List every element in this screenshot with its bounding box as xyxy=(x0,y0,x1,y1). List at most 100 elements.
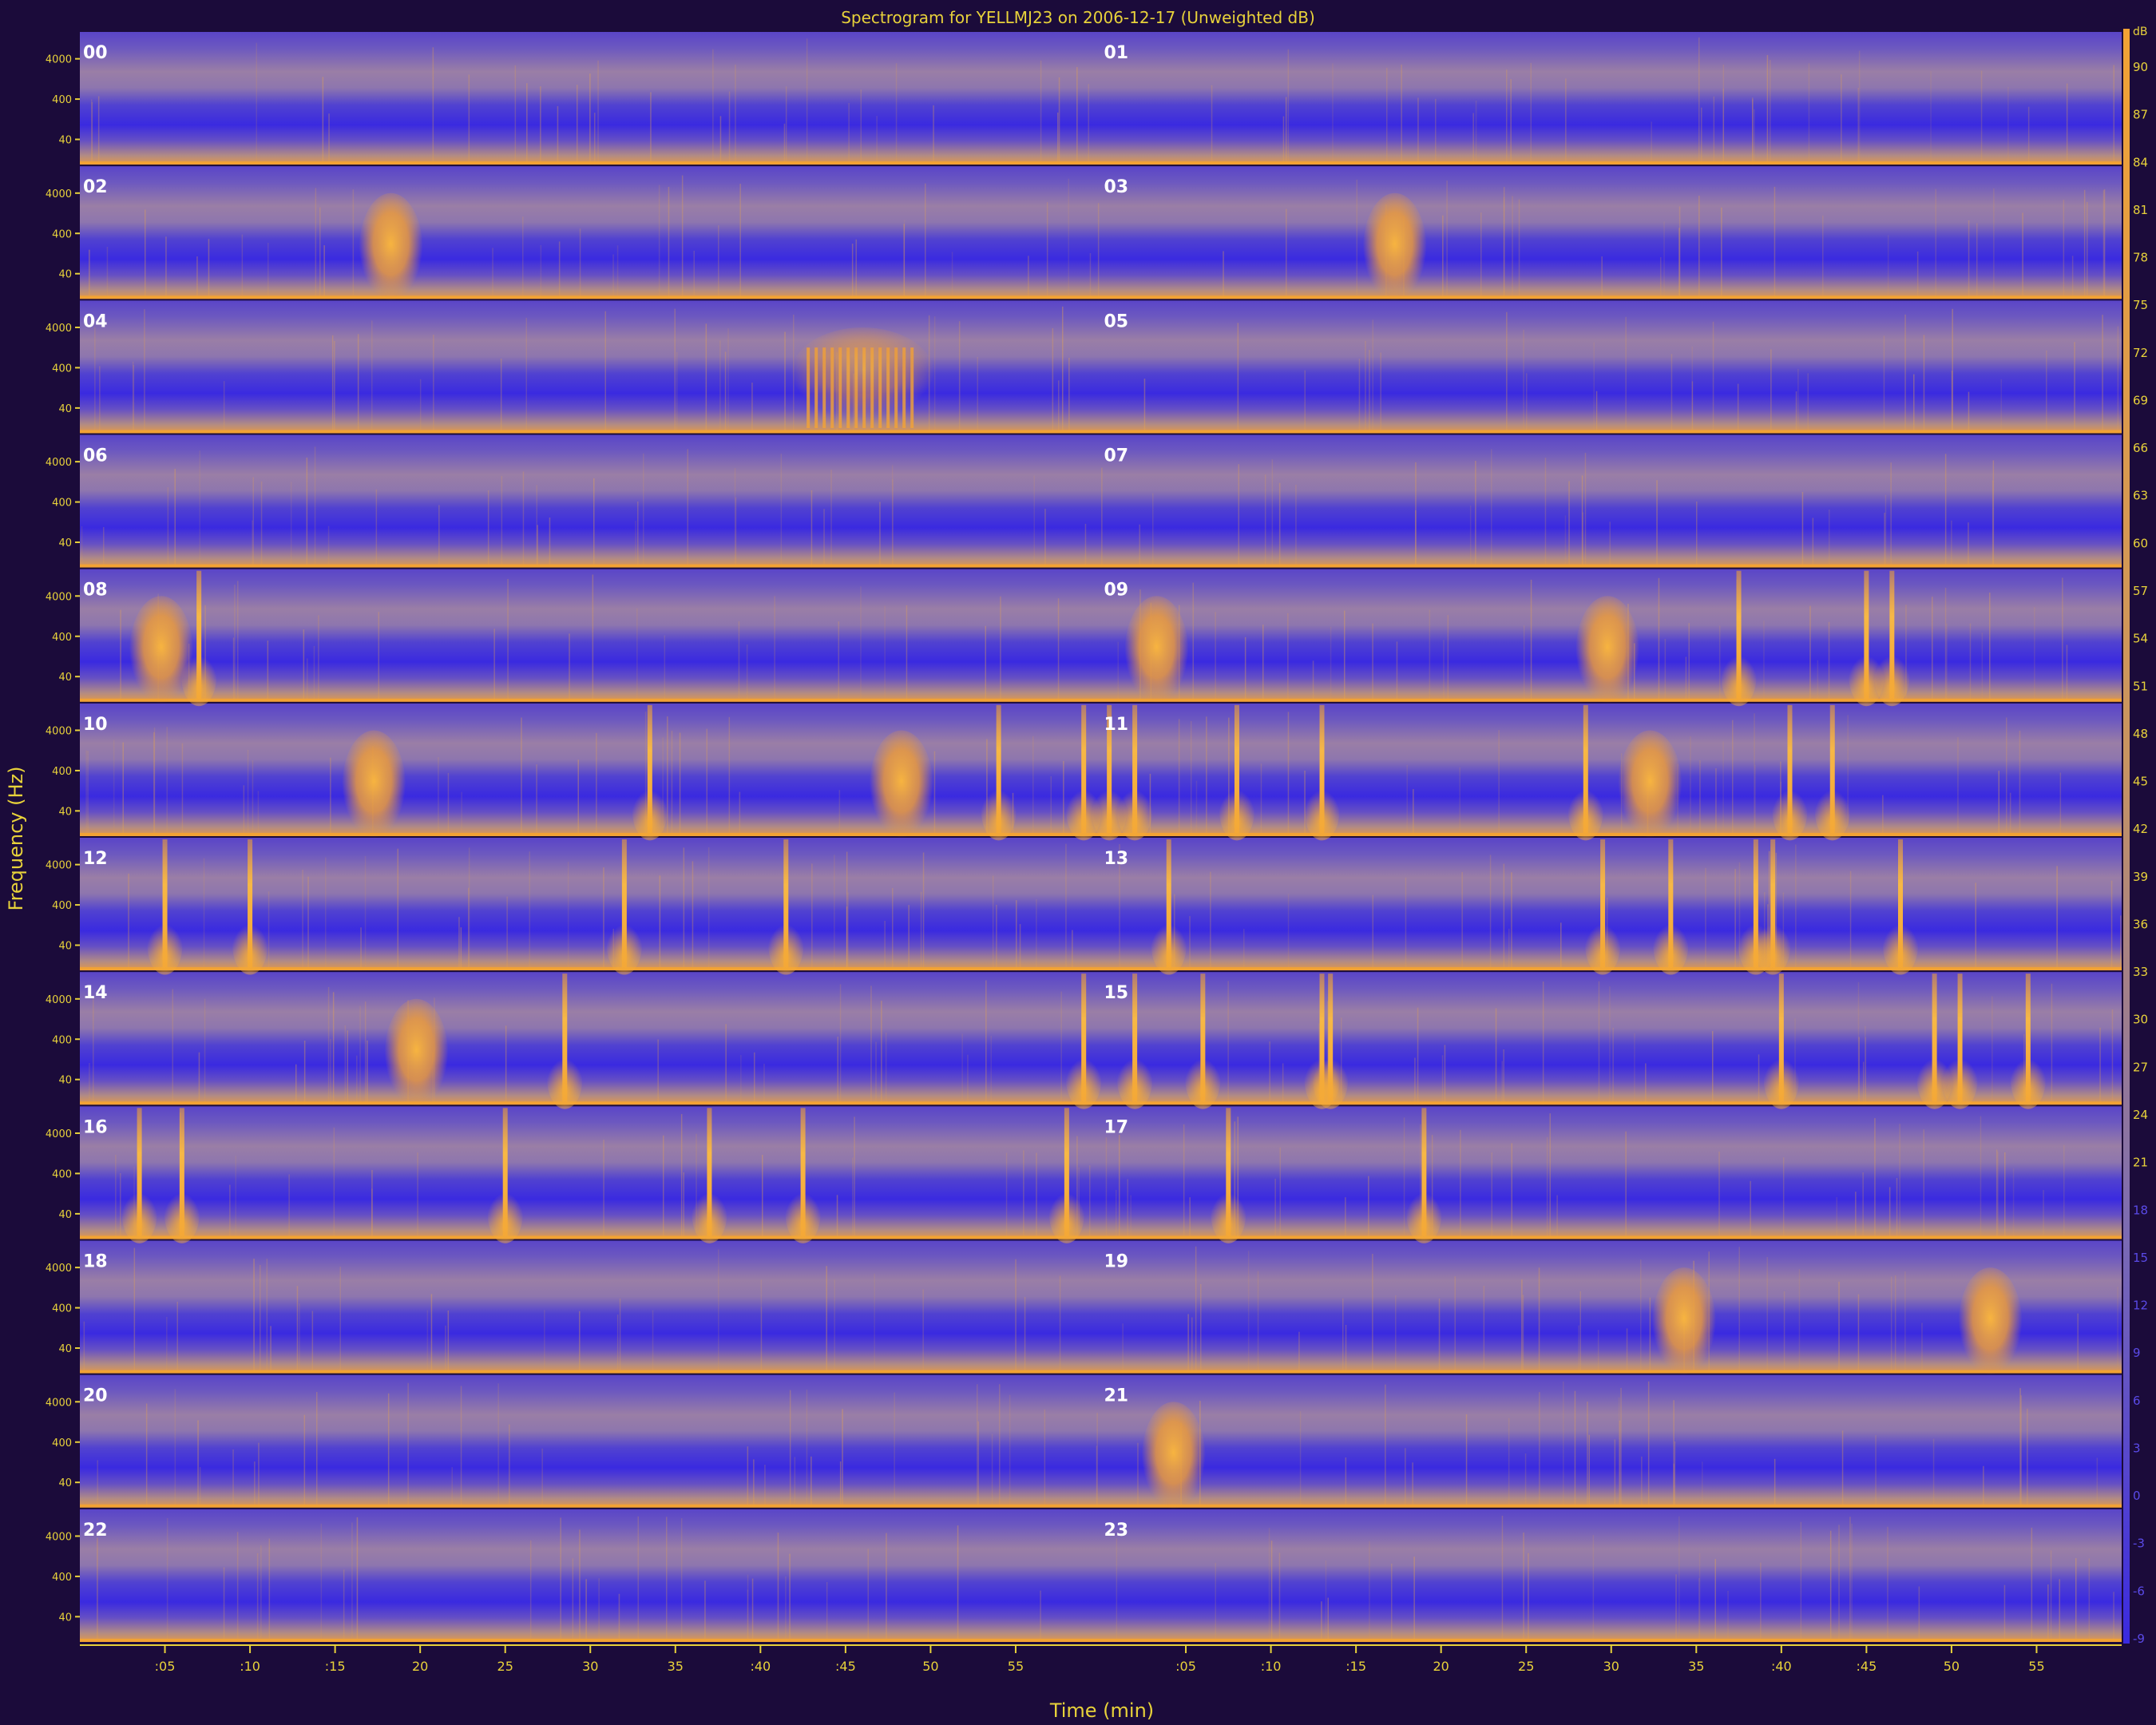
noise-streak xyxy=(2046,350,2047,434)
noise-streak xyxy=(794,1457,796,1508)
noise-streak xyxy=(754,1052,755,1105)
noise-streak xyxy=(1858,50,1861,165)
noise-streak xyxy=(1625,1131,1627,1239)
noise-streak xyxy=(1050,776,1052,836)
noise-streak xyxy=(683,1172,684,1239)
y-axis: 4000 400 40 4000 400 40 4000 400 40 4000 400 40 4000… xyxy=(46,54,80,1624)
noise-streak xyxy=(1921,1322,1923,1374)
noise-streak xyxy=(785,86,787,165)
panel-label: 21 xyxy=(1104,1386,1129,1406)
noise-streak xyxy=(860,89,862,165)
noise-streak xyxy=(838,790,841,836)
x-axis-label: Time (min) xyxy=(1049,1699,1154,1722)
noise-streak xyxy=(1372,319,1373,434)
noise-streak xyxy=(145,209,146,299)
noise-streak xyxy=(1395,1295,1397,1374)
noise-streak xyxy=(2111,1009,2114,1105)
noise-streak xyxy=(174,469,176,568)
noise-streak xyxy=(268,891,270,971)
noise-streak xyxy=(2117,1287,2118,1374)
noise-streak xyxy=(725,1024,727,1105)
row-baseline xyxy=(80,1504,2122,1508)
noise-streak xyxy=(347,1030,348,1105)
event-blob xyxy=(869,730,933,843)
noise-streak xyxy=(1040,1590,1041,1642)
noise-streak xyxy=(1705,867,1706,971)
noise-streak xyxy=(2031,1527,2033,1642)
noise-streak xyxy=(1444,1045,1446,1105)
noise-streak xyxy=(1722,741,1724,836)
noise-streak xyxy=(1899,1124,1900,1239)
event-spike-base xyxy=(1882,915,1918,975)
noise-streak xyxy=(705,323,707,434)
noise-streak xyxy=(1588,1434,1590,1508)
noise-streak xyxy=(616,1315,619,1374)
noise-streak xyxy=(257,791,260,836)
noise-streak xyxy=(1396,641,1398,702)
noise-streak xyxy=(1983,1465,1984,1508)
spectrogram-row xyxy=(80,32,2122,165)
noise-streak xyxy=(1647,1381,1650,1508)
noise-streak xyxy=(680,1518,683,1642)
noise-streak xyxy=(881,1001,882,1105)
noise-streak xyxy=(1033,475,1035,568)
noise-streak xyxy=(838,621,839,702)
noise-streak xyxy=(438,757,439,836)
noise-streak xyxy=(724,351,727,434)
noise-streak xyxy=(252,760,254,836)
noise-streak xyxy=(958,321,961,434)
row-baseline xyxy=(80,564,2122,568)
noise-streak xyxy=(1664,639,1667,702)
noise-streak xyxy=(1406,764,1408,836)
noise-streak xyxy=(1800,1521,1802,1642)
noise-streak xyxy=(810,1456,812,1508)
noise-streak xyxy=(81,525,83,568)
noise-streak xyxy=(1691,381,1694,434)
noise-streak xyxy=(397,848,398,971)
noise-streak xyxy=(596,732,597,836)
noise-streak xyxy=(1278,482,1281,568)
event-blob xyxy=(1362,192,1427,307)
noise-streak xyxy=(364,1001,367,1105)
noise-streak xyxy=(589,73,591,165)
noise-streak xyxy=(1523,329,1524,434)
colorbar-tick-label: -3 xyxy=(2133,1537,2145,1551)
noise-streak xyxy=(650,92,652,165)
noise-streak xyxy=(1829,1530,1832,1642)
x-tick-label: 25 xyxy=(1518,1659,1534,1674)
noise-streak xyxy=(256,42,257,165)
noise-streak xyxy=(1287,894,1290,971)
noise-streak xyxy=(83,1321,85,1374)
x-tick-label: 30 xyxy=(1603,1659,1619,1674)
noise-streak xyxy=(783,123,786,165)
noise-streak xyxy=(331,335,334,434)
noise-streak xyxy=(529,1540,532,1642)
noise-streak xyxy=(764,1465,766,1508)
colorbar-tick-label: 36 xyxy=(2133,917,2148,931)
noise-streak xyxy=(1413,1556,1415,1642)
noise-streak xyxy=(426,1310,429,1374)
noise-streak xyxy=(1523,625,1525,702)
y-tick-label: 400 xyxy=(52,766,72,778)
noise-streak xyxy=(268,243,269,299)
noise-streak xyxy=(1770,349,1772,434)
noise-streak xyxy=(1812,518,1814,568)
colorbar-tick-label: 66 xyxy=(2133,441,2148,455)
noise-streak xyxy=(1271,459,1274,568)
noise-streak xyxy=(977,1421,979,1508)
row-separator xyxy=(80,970,2122,973)
noise-streak xyxy=(544,1310,545,1374)
noise-streak xyxy=(451,1467,453,1508)
noise-streak xyxy=(1530,579,1532,702)
noise-streak xyxy=(267,640,269,702)
noise-streak xyxy=(540,245,542,299)
noise-streak xyxy=(1783,1291,1785,1374)
noise-streak xyxy=(89,1063,90,1105)
noise-streak xyxy=(1446,180,1448,299)
noise-streak xyxy=(1483,1286,1485,1374)
noise-streak xyxy=(1059,1275,1061,1374)
noise-streak xyxy=(253,1259,255,1374)
noise-streak xyxy=(618,1593,620,1642)
noise-streak xyxy=(330,757,331,836)
noise-streak xyxy=(612,254,614,299)
